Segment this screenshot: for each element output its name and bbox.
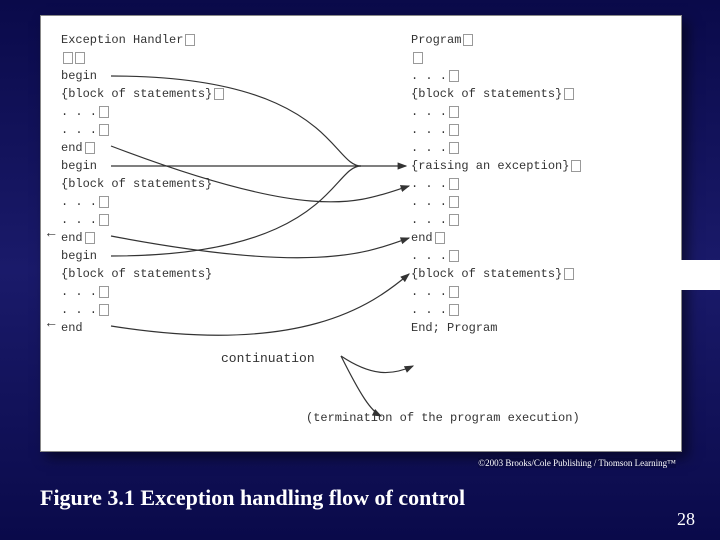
continuation-label: continuation (221, 351, 315, 366)
diagram-panel: Exception Handler begin {block of statem… (40, 15, 682, 452)
right-endprog: End; Program (411, 319, 671, 337)
left-blank (61, 49, 321, 67)
left-dots-2b: . . . (61, 211, 321, 229)
right-dots-6: . . . (411, 193, 671, 211)
left-begin-3: begin (61, 247, 321, 265)
right-dots-5: . . . (411, 175, 671, 193)
figure-caption: Figure 3.1 Exception handling flow of co… (40, 485, 465, 511)
termination-label: (termination of the program execution) (306, 411, 580, 425)
left-end-1: end (61, 139, 321, 157)
right-blank (411, 49, 671, 67)
return-arrow-icon: ← (47, 316, 55, 332)
right-end: end (411, 229, 671, 247)
page-number: 28 (677, 509, 695, 530)
left-title: Exception Handler (61, 31, 321, 49)
right-dots-9: . . . (411, 283, 671, 301)
right-dots-3: . . . (411, 121, 671, 139)
return-arrow-icon: ← (47, 226, 55, 242)
right-dots-8: . . . (411, 247, 671, 265)
right-dots-4: . . . (411, 139, 671, 157)
left-block-3: {block of statements} (61, 265, 321, 283)
program-column: Program . . . {block of statements} . . … (411, 31, 671, 337)
slide-edge-artifact (680, 260, 720, 290)
right-dots-1: . . . (411, 67, 671, 85)
right-dots-2: . . . (411, 103, 671, 121)
exception-handler-column: Exception Handler begin {block of statem… (61, 31, 321, 337)
left-end-2: end (61, 229, 321, 247)
right-raise: {raising an exception} (411, 157, 671, 175)
right-block-1: {block of statements} (411, 85, 671, 103)
right-dots-10: . . . (411, 301, 671, 319)
left-block-1: {block of statements} (61, 85, 321, 103)
right-block-2: {block of statements} (411, 265, 671, 283)
left-dots-2a: . . . (61, 193, 321, 211)
right-dots-7: . . . (411, 211, 671, 229)
left-end-3: end (61, 319, 321, 337)
left-block-2: {block of statements} (61, 175, 321, 193)
right-title: Program (411, 31, 671, 49)
copyright-text: ©2003 Brooks/Cole Publishing / Thomson L… (478, 458, 676, 468)
left-dots-3b: . . . (61, 301, 321, 319)
left-dots-1a: . . . (61, 103, 321, 121)
left-begin-1: begin (61, 67, 321, 85)
left-dots-3a: . . . (61, 283, 321, 301)
code-area: Exception Handler begin {block of statem… (41, 16, 681, 451)
left-begin-2: begin (61, 157, 321, 175)
left-dots-1b: . . . (61, 121, 321, 139)
